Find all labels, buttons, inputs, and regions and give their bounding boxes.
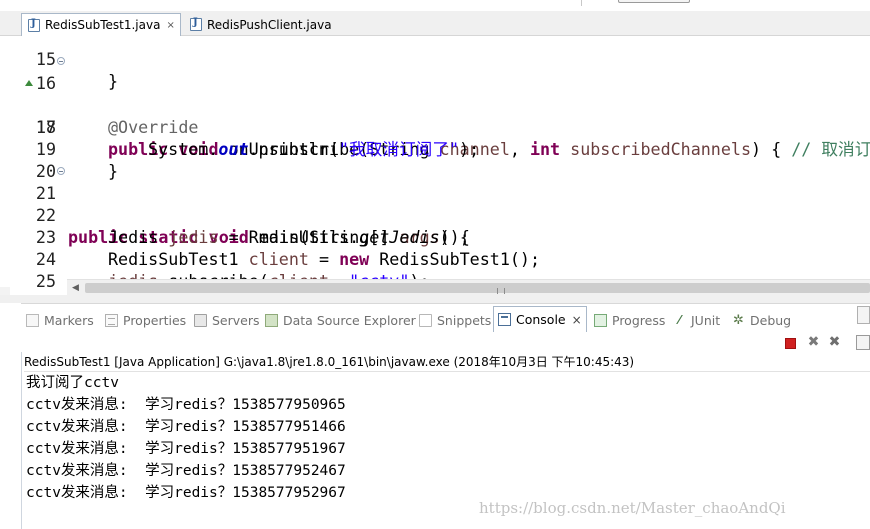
console-line: 我订阅了cctv [26, 375, 119, 391]
top-toolbar-strip [0, 0, 870, 11]
tab-label: Markers [44, 312, 94, 328]
terminate-icon[interactable] [783, 335, 798, 350]
tab-redispushclient[interactable]: RedisPushClient.java [184, 13, 332, 36]
console-icon [498, 313, 511, 326]
debug-icon: ✲ [733, 312, 744, 328]
tab-label: Snippets [437, 312, 492, 328]
tab-snippets[interactable]: Snippets [419, 309, 491, 331]
tab-debug[interactable]: ✲ Debug [732, 309, 791, 331]
console-line: cctv发来消息: 学习redis？1538577951466 [26, 419, 346, 435]
scroll-left-icon[interactable]: ◀ [72, 283, 79, 293]
tab-progress[interactable]: Progress [594, 309, 665, 331]
tab-data-source-explorer[interactable]: Data Source Explorer [265, 309, 416, 331]
tab-label: Console [516, 312, 566, 327]
code-line: 24 jedis.subscribe(client, "cctv"); [0, 226, 870, 287]
code-line: 19 } [0, 116, 870, 181]
editor-tab-bar: RedisSubTest1.java × RedisPushClient.jav… [0, 11, 870, 36]
tab-label: Debug [750, 312, 792, 328]
scroll-thumb[interactable] [85, 283, 870, 294]
tab-label: RedisSubTest1.java [45, 18, 161, 32]
close-tab-icon[interactable]: × [572, 313, 582, 327]
console-line: cctv发来消息: 学习redis？1538577951967 [26, 441, 346, 457]
properties-icon [105, 313, 118, 327]
tab-console[interactable]: Console × [493, 306, 587, 332]
code-line: 23 RedisSubTest1 client = new RedisSubTe… [0, 204, 870, 269]
code-line: 16 @Override [0, 50, 870, 137]
toolbar-separator [581, 0, 582, 6]
view-tab-bar: Markers Properties Servers Data Source E… [21, 303, 870, 332]
tab-servers[interactable]: Servers [194, 309, 260, 331]
fold-toggle-icon[interactable] [57, 167, 65, 175]
override-marker-icon [25, 80, 33, 86]
tab-junit[interactable]: ⁄ JUnit [673, 309, 720, 331]
java-file-icon [28, 18, 40, 32]
clear-console-icon[interactable] [856, 335, 870, 350]
code-editor[interactable]: 15 } 16 @Override 17 public void onUnsub… [0, 37, 870, 287]
perspective-dropdown[interactable] [618, 0, 690, 3]
console-line: cctv发来消息: 学习redis？1538577952967 [26, 485, 346, 501]
tab-label: RedisPushClient.java [207, 17, 332, 32]
code-line: 21 public static void main(String[] args… [0, 160, 870, 247]
code-line: 17 public void onUnsubscribe(String chan… [0, 72, 870, 159]
tab-label: Progress [612, 312, 666, 328]
data-source-icon [265, 313, 278, 327]
view-menu-button[interactable] [857, 306, 870, 324]
tab-label: Data Source Explorer [283, 312, 416, 328]
console-line: cctv发来消息: 学习redis？1538577950965 [26, 397, 346, 413]
grip-icon [497, 288, 505, 294]
console-toolbar: ✖ ✖ [0, 332, 870, 352]
junit-icon: ⁄ [678, 312, 681, 327]
code-line: 22 Jedis jedis = RedisUtils.getJedis(); [0, 182, 870, 247]
tab-properties[interactable]: Properties [105, 309, 186, 331]
tab-label: Properties [123, 312, 187, 328]
code-line: 18 System.out.println("我取消订阅了"); [0, 94, 870, 159]
editor-horizontal-scrollbar[interactable]: ◀ [67, 279, 870, 295]
tab-label: Servers [212, 312, 260, 328]
sash-divider[interactable] [0, 295, 870, 303]
console-line: cctv发来消息: 学习redis？1538577952467 [26, 463, 346, 479]
tab-redissubtest1[interactable]: RedisSubTest1.java × [21, 13, 181, 36]
code-line: 25 [0, 248, 870, 287]
markers-icon [26, 313, 39, 327]
java-file-icon [190, 17, 202, 31]
tab-markers[interactable]: Markers [26, 309, 94, 331]
fold-toggle-icon[interactable] [57, 57, 65, 65]
tab-label: JUnit [691, 312, 721, 328]
remove-all-terminated-icon[interactable]: ✖ [827, 335, 842, 350]
progress-icon [594, 313, 607, 327]
snippets-icon [419, 313, 432, 327]
watermark: https://blog.csdn.net/Master_chaoAndQi [479, 499, 786, 517]
remove-launch-icon[interactable]: ✖ [806, 335, 821, 350]
code-line: 15 } [0, 37, 870, 91]
console-launch-info: RedisSubTest1 [Java Application] G:\java… [24, 352, 870, 372]
close-tab-icon[interactable]: × [166, 20, 174, 31]
servers-icon [194, 313, 207, 327]
code-line: 20 [0, 138, 870, 181]
